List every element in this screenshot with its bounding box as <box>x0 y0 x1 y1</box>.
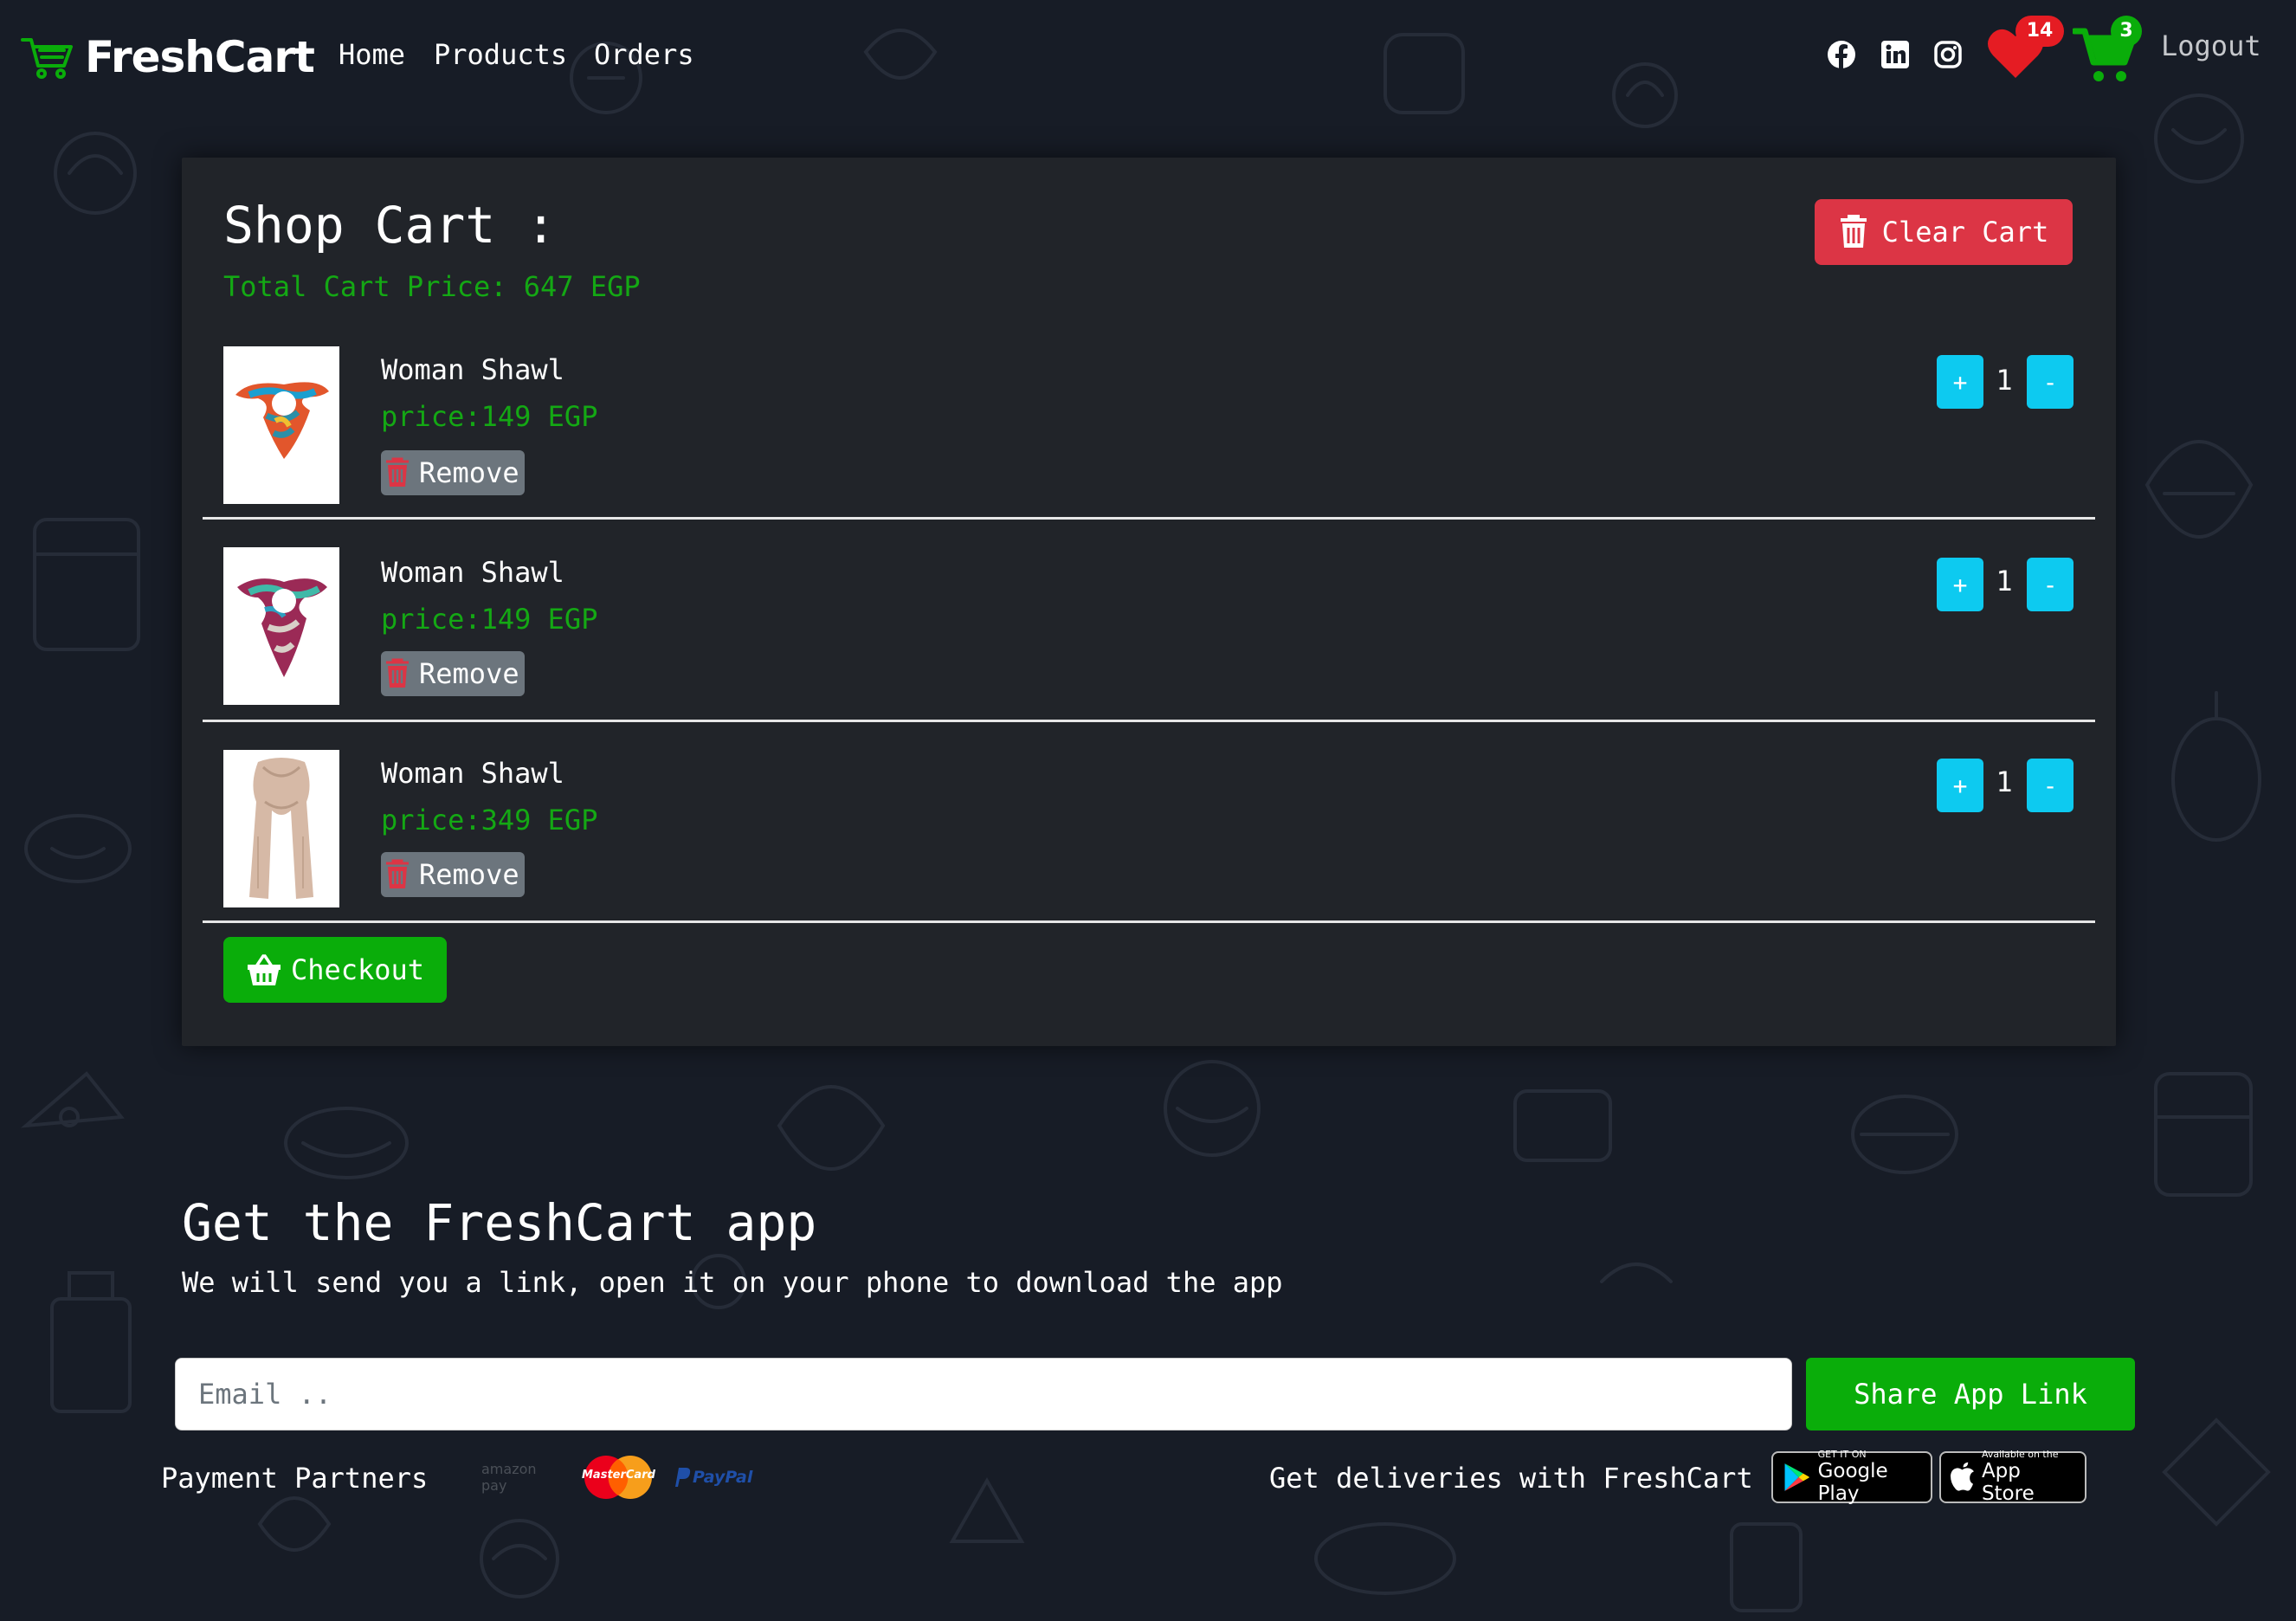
cart-button[interactable]: 3 <box>2073 16 2151 88</box>
product-image <box>223 750 339 907</box>
increase-quantity-button[interactable]: + <box>1937 558 1983 611</box>
item-quantity: 1 <box>1996 364 2013 397</box>
item-name: Woman Shawl <box>381 556 564 589</box>
shawl-image <box>237 578 327 677</box>
item-divider <box>203 517 2095 520</box>
facebook-icon[interactable] <box>1827 40 1856 69</box>
decrease-quantity-button[interactable]: - <box>2027 558 2073 611</box>
email-input[interactable] <box>175 1358 1792 1430</box>
linkedin-icon[interactable] <box>1880 40 1910 69</box>
item-divider <box>203 720 2095 722</box>
trash-icon <box>386 658 409 688</box>
item-price: price:149 EGP <box>381 603 598 636</box>
remove-label: Remove <box>419 456 519 489</box>
trash-icon <box>386 457 409 487</box>
decrease-quantity-button[interactable]: - <box>2027 759 2073 812</box>
nav-orders[interactable]: Orders <box>594 38 694 71</box>
item-price: price:349 EGP <box>381 804 598 836</box>
item-name: Woman Shawl <box>381 757 564 790</box>
apple-icon <box>1950 1462 1974 1491</box>
item-price: price:149 EGP <box>381 400 598 433</box>
clear-cart-button[interactable]: Clear Cart <box>1815 199 2073 265</box>
google-play-badge[interactable]: GET IT ON Google Play <box>1771 1450 1932 1505</box>
clear-cart-label: Clear Cart <box>1881 216 2049 249</box>
basket-icon <box>247 954 281 985</box>
wishlist-button[interactable]: 14 <box>1984 16 2064 80</box>
app-promo-subtitle: We will send you a link, open it on your… <box>182 1266 1283 1299</box>
trash-icon <box>1840 215 1867 248</box>
cart-count-badge: 3 <box>2111 16 2142 47</box>
brand-logo[interactable]: FreshCart <box>21 31 315 83</box>
cart-logo-icon <box>21 38 73 79</box>
increase-quantity-button[interactable]: + <box>1937 355 1983 409</box>
cart-total-price: Total Cart Price: 647 EGP <box>223 270 641 303</box>
item-quantity: 1 <box>1996 765 2013 798</box>
scarf-image <box>249 758 313 899</box>
cart-title: Shop Cart : <box>223 196 557 255</box>
product-image <box>223 346 339 504</box>
remove-label: Remove <box>419 858 519 891</box>
remove-item-button[interactable]: Remove <box>381 852 525 897</box>
app-store-badge[interactable]: Available on the App Store <box>1939 1450 2086 1505</box>
nav-products[interactable]: Products <box>434 38 567 71</box>
instagram-icon[interactable] <box>1933 40 1963 69</box>
checkout-button[interactable]: Checkout <box>223 937 447 1003</box>
logout-link[interactable]: Logout <box>2161 29 2261 62</box>
decrease-quantity-button[interactable]: - <box>2027 355 2073 409</box>
item-name: Woman Shawl <box>381 353 564 386</box>
paypal-logo: PayPal <box>672 1455 755 1500</box>
checkout-label: Checkout <box>290 953 425 986</box>
app-promo-title: Get the FreshCart app <box>182 1193 817 1252</box>
amazon-pay-logo: amazon pay <box>481 1461 537 1494</box>
deliveries-label: Get deliveries with FreshCart <box>1269 1462 1753 1495</box>
mastercard-logo: MasterCard <box>582 1455 655 1500</box>
increase-quantity-button[interactable]: + <box>1937 759 1983 812</box>
item-divider <box>203 920 2095 923</box>
remove-label: Remove <box>419 657 519 690</box>
google-play-icon <box>1784 1463 1809 1491</box>
trash-icon <box>386 859 409 888</box>
item-quantity: 1 <box>1996 565 2013 597</box>
payment-partners-label: Payment Partners <box>161 1462 429 1495</box>
shawl-image <box>235 382 329 459</box>
product-image <box>223 547 339 705</box>
remove-item-button[interactable]: Remove <box>381 450 525 495</box>
share-app-link-button[interactable]: Share App Link <box>1806 1358 2135 1430</box>
brand-name: FreshCart <box>85 32 315 82</box>
remove-item-button[interactable]: Remove <box>381 651 525 696</box>
nav-home[interactable]: Home <box>339 38 405 71</box>
wishlist-count-badge: 14 <box>2015 16 2064 47</box>
